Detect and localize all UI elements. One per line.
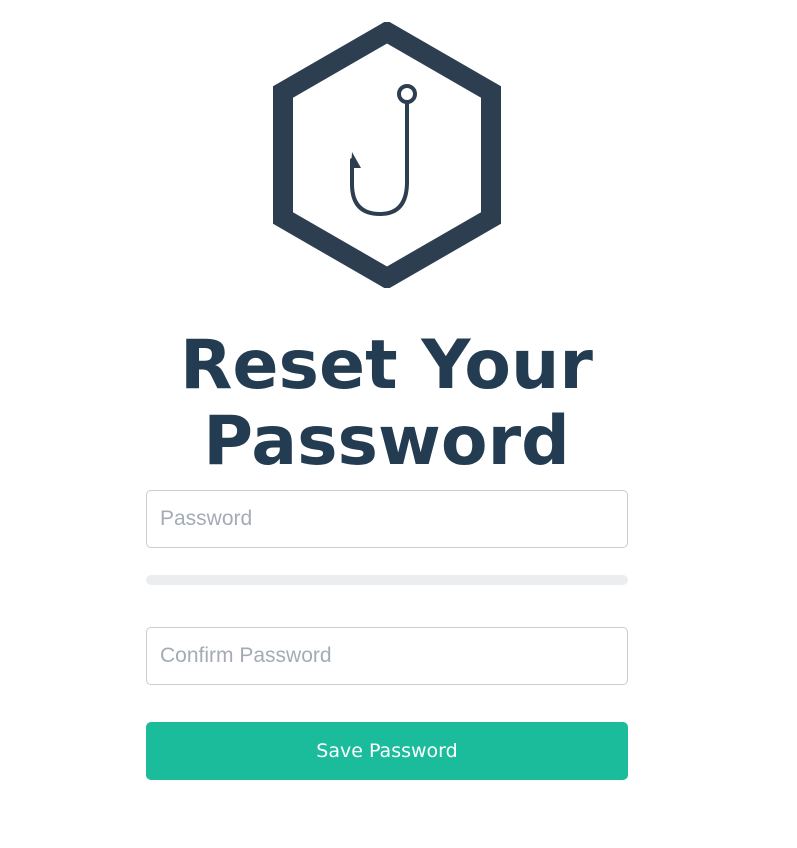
password-input[interactable] xyxy=(146,490,628,548)
title-line-2: Password xyxy=(203,402,570,481)
hook-eye xyxy=(397,84,417,104)
page-title: Reset Your Password xyxy=(0,328,773,480)
password-strength-meter xyxy=(146,575,628,585)
fishhook-hexagon-icon xyxy=(273,22,501,288)
hook-shank xyxy=(350,100,409,217)
title-line-1: Reset Your xyxy=(180,326,593,405)
hexagon-outline xyxy=(273,22,501,288)
hook-barb xyxy=(351,152,361,168)
save-password-button[interactable]: Save Password xyxy=(146,722,628,780)
confirm-password-input[interactable] xyxy=(146,627,628,685)
